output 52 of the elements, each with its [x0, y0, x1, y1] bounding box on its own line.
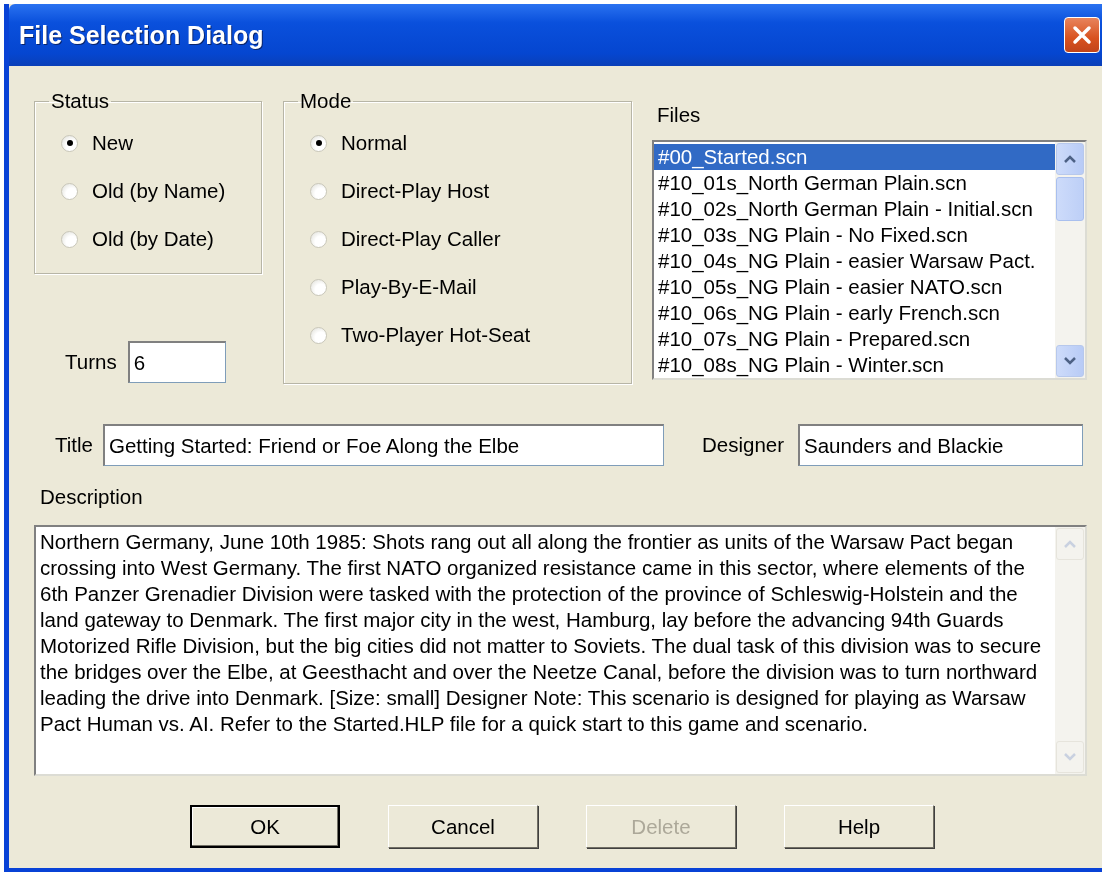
title-field[interactable]: Getting Started: Friend or Foe Along the Elbe [102, 424, 664, 466]
file-item[interactable]: #10_05s_NG Plain - easier NATO.scn [654, 274, 1055, 300]
file-item[interactable]: #10_06s_NG Plain - early French.scn [654, 300, 1055, 326]
file-item[interactable]: #00_Started.scn [654, 144, 1055, 170]
close-button[interactable] [1064, 17, 1100, 53]
option-label[interactable]: Direct-Play Caller [341, 227, 501, 251]
scroll-down-button[interactable] [1056, 345, 1084, 377]
file-item[interactable]: #10_02s_North German Plain - Initial.scn [654, 196, 1055, 222]
radio-button[interactable] [61, 230, 78, 248]
down-caret-icon [1063, 356, 1077, 366]
group-label: Mode [299, 90, 353, 112]
dialog-button[interactable]: OK [190, 805, 340, 848]
down-caret-icon [1063, 752, 1077, 762]
close-icon [1071, 24, 1093, 46]
radio-button[interactable] [61, 134, 78, 152]
turns-field[interactable]: 6 [127, 341, 226, 383]
file-item[interactable]: #10_07s_NG Plain - Prepared.scn [654, 326, 1055, 352]
radio-button[interactable] [310, 134, 327, 152]
radio-button[interactable] [310, 326, 327, 344]
dialog-button[interactable]: Cancel [388, 805, 538, 848]
file-item[interactable]: #10_03s_NG Plain - No Fixed.scn [654, 222, 1055, 248]
turns-label: Turns [65, 350, 117, 374]
file-item[interactable]: #10_08s_NG Plain - Winter.scn [654, 352, 1055, 378]
description-field[interactable] [34, 525, 1087, 776]
radio-button[interactable] [310, 278, 327, 296]
file-item[interactable]: #10_01s_North German Plain.scn [654, 170, 1055, 196]
radio-button[interactable] [61, 182, 78, 200]
option-label[interactable]: New [92, 131, 133, 155]
scroll-thumb[interactable] [1056, 177, 1084, 221]
dialog-button[interactable]: Help [784, 805, 934, 848]
option-label[interactable]: Play-By-E-Mail [341, 275, 477, 299]
designer-label: Designer [701, 433, 784, 457]
up-caret-icon [1063, 539, 1077, 549]
option-label[interactable]: Direct-Play Host [341, 179, 490, 203]
option-label[interactable]: Normal [341, 131, 408, 155]
file-list[interactable] [652, 140, 1087, 380]
description-label: Description [40, 486, 143, 508]
file-item[interactable]: #10_04s_NG Plain - easier Warsaw Pact. [654, 248, 1055, 274]
description-text: Northern Germany, June 10th 1985: Shots rang out all along the frontier as units of the Warsaw Pact began crossing into West Germany. The first NATO organized resistance came in this sector, where elements of the 6th Panzer Grenadier Division were tasked with the protection of the province of Schleswig-Holstein and the land gateway to Denmark. The first major city in the west, Hamburg, lay before the advancing 94th Guards Motorized Rifle Division, but the big cities did not matter to Soviets. The dual task of this division was to secure the bridges over the Elbe, at Geesthacht and over the Neetze Canal, before the division was to turn northward leading the drive into Denmark. [Size: small] Designer Note: This scenario is designed for playing as Warsaw Pact Human vs. AI. Refer to the Started.HLP file for a quick start to this game and scenario. [39, 529, 1043, 737]
designer-field[interactable]: Saunders and Blackie [798, 424, 1083, 466]
title-label: Title [55, 433, 93, 457]
option-label[interactable]: Two-Player Hot-Seat [341, 323, 531, 347]
window-title: File Selection Dialog [19, 20, 264, 50]
option-label[interactable]: Old (by Date) [92, 227, 214, 251]
radio-button[interactable] [310, 182, 327, 200]
radio-button[interactable] [310, 230, 327, 248]
scroll-up-button[interactable] [1056, 143, 1084, 175]
option-label[interactable]: Old (by Name) [92, 179, 226, 203]
up-caret-icon [1063, 154, 1077, 164]
scrollbar[interactable] [1055, 142, 1085, 378]
files-label: Files [657, 104, 702, 126]
group-label: Status [50, 90, 111, 112]
